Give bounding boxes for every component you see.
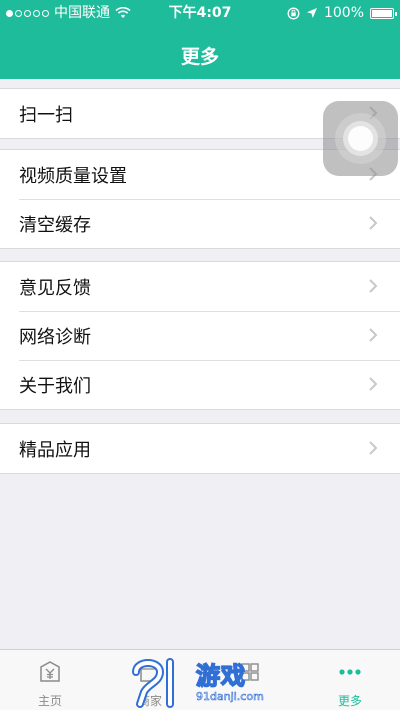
menu-item-feedback[interactable]: 意见反馈 <box>0 262 400 311</box>
shop-icon <box>140 663 160 682</box>
menu-item-featured-apps[interactable]: 精品应用 <box>0 424 400 473</box>
more-icon <box>339 669 361 675</box>
top-bar: 中国联通 下午4:07 100% 更多 <box>0 0 400 79</box>
menu-item-label: 网络诊断 <box>19 326 91 348</box>
assistive-touch-button[interactable] <box>323 101 398 176</box>
yuan-icon <box>40 661 60 682</box>
menu-item-about-us[interactable]: 关于我们 <box>0 360 400 409</box>
menu-item-label: 视频质量设置 <box>19 165 127 187</box>
menu-item-label: 意见反馈 <box>19 277 91 299</box>
menu-group-info: 意见反馈 网络诊断 关于我们 <box>0 261 400 410</box>
menu-item-label: 扫一扫 <box>19 104 73 126</box>
tab-more[interactable]: 更多 <box>300 650 400 710</box>
chevron-right-icon <box>369 279 378 293</box>
battery-icon <box>370 7 397 19</box>
status-bar: 中国联通 下午4:07 100% <box>0 0 400 26</box>
menu-item-label: 清空缓存 <box>19 214 91 236</box>
tab-label: 主页 <box>37 694 62 708</box>
tab-bar: 主页 商家 更多 <box>0 649 400 710</box>
tab-label: 商家 <box>137 694 162 708</box>
menu-group-apps: 精品应用 <box>0 423 400 474</box>
location-arrow-icon <box>306 8 317 18</box>
menu-item-clear-cache[interactable]: 清空缓存 <box>0 199 400 248</box>
menu-item-label: 关于我们 <box>19 375 91 397</box>
tab-label: 更多 <box>337 694 362 708</box>
rotation-lock-icon <box>287 7 300 19</box>
menu-item-label: 精品应用 <box>19 439 91 461</box>
menu-item-network-diagnosis[interactable]: 网络诊断 <box>0 311 400 360</box>
chevron-right-icon <box>369 441 378 455</box>
more-page: 中国联通 下午4:07 100% 更多 扫一扫 视频质量设置 清空缓存 意见反馈… <box>0 0 400 710</box>
tab-apps[interactable] <box>200 650 300 710</box>
tab-merchant[interactable]: 商家 <box>100 650 200 710</box>
chevron-right-icon <box>369 377 378 391</box>
chevron-right-icon <box>369 216 378 230</box>
tab-home[interactable]: 主页 <box>0 650 100 710</box>
chevron-right-icon <box>369 328 378 342</box>
battery-percent: 100% <box>323 5 364 21</box>
status-right: 100% <box>287 0 397 26</box>
app-icon <box>241 663 259 681</box>
page-title: 更多 <box>180 46 219 68</box>
